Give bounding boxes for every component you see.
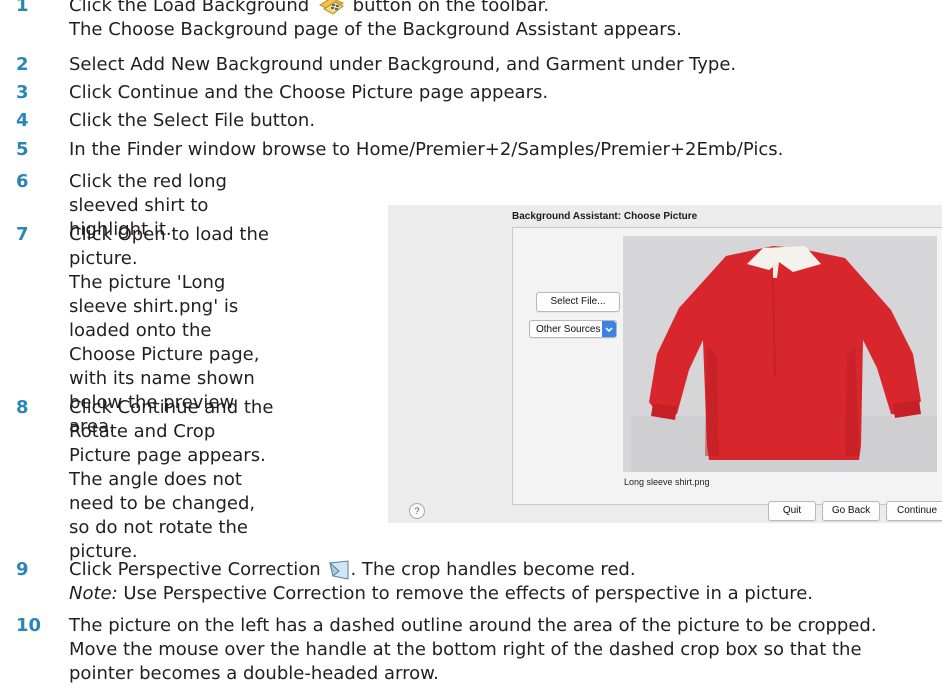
continue-button[interactable]: Continue [886,501,942,521]
step-number: 5 [16,139,29,160]
background-assistant-screenshot: Background Assistant: Choose Picture Sel… [388,205,942,523]
step-number: 8 [16,397,29,418]
chevron-down-icon [602,321,616,337]
step-text: Click Perspective Correction . The crop … [69,558,813,606]
step-number: 9 [16,559,29,580]
select-file-button[interactable]: Select File... [536,292,620,312]
step-text: Click Continue and the Rotate and Crop P… [69,397,274,562]
help-button[interactable]: ? [409,503,425,519]
note-label: Note: [69,583,118,604]
other-sources-label: Other Sources [536,324,601,335]
step-text-part: Click the Load Background [69,0,310,16]
step-number: 1 [16,0,29,16]
note-text: Use Perspective Correction to remove the… [117,583,814,604]
perspective-correction-icon [328,559,350,581]
shirt-picture [623,236,937,472]
step-text-line: Move the mouse over the handle at the bo… [69,639,862,660]
step-text: Click Continue and the Choose Picture pa… [69,82,549,103]
step-text: Click the Load Background button on the … [69,0,682,42]
go-back-button[interactable]: Go Back [822,501,880,521]
step-text: Select Add New Background under Backgrou… [69,54,737,75]
step-text: Click the Select File button. [69,110,316,131]
step-number: 7 [16,224,29,245]
step-text-part: Click Perspective Correction [69,559,321,580]
step-number: 6 [16,171,29,192]
quit-button[interactable]: Quit [768,501,816,521]
step-text: The picture on the left has a dashed out… [69,614,877,686]
step-text: In the Finder window browse to Home/Prem… [69,139,784,160]
dialog-title: Background Assistant: Choose Picture [512,211,698,222]
step-text-line: pointer becomes a double-headed arrow. [69,663,439,684]
step-number: 3 [16,82,29,103]
step-number: 10 [16,615,42,636]
step-text-line: The Choose Background page of the Backgr… [69,19,682,40]
step-text-part: button on the toolbar. [352,0,550,16]
step-text-line: Click Open to load the picture. [69,224,269,269]
load-background-icon [317,0,345,17]
step-text-line: The picture on the left has a dashed out… [69,615,877,636]
step-text-part: . The crop handles become red. [350,559,636,580]
picture-preview [623,236,937,472]
step-number: 4 [16,110,29,131]
file-name-label: Long sleeve shirt.png [624,477,710,487]
step-number: 2 [16,54,29,75]
other-sources-select[interactable]: Other Sources [529,320,617,338]
